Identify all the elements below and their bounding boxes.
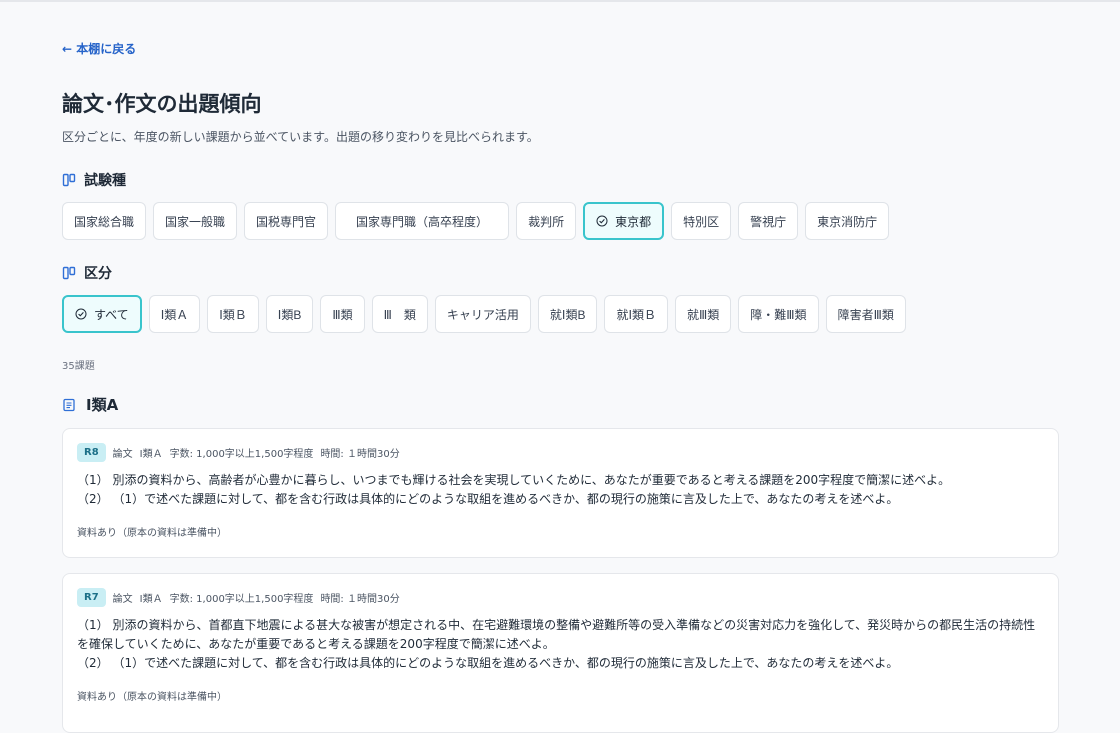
- group-heading-label: Ⅰ類A: [86, 396, 119, 414]
- essay-category: Ⅰ類Ａ: [139, 449, 163, 460]
- question-text: （2） （1）で述べた課題に対して、都を含む行政は具体的にどのような取組を進める…: [77, 656, 899, 670]
- category-chip-shu-3[interactable]: 就Ⅲ類: [675, 295, 732, 333]
- exam-type-chip-kokka-sogo[interactable]: 国家総合職: [62, 202, 147, 240]
- chip-label: キャリア活用: [446, 307, 519, 322]
- chip-label: 国家総合職: [74, 214, 135, 229]
- essay-time-limit: 時間: １時間30分: [320, 449, 400, 460]
- category-chip-shogaisha-3[interactable]: 障害者Ⅲ類: [825, 295, 906, 333]
- exam-type-chip-kokka-senmon-kosotsu[interactable]: 国家専門職（高卒程度）: [335, 202, 510, 240]
- page-description: 区分ごとに、年度の新しい課題から並べています。出題の移り変わりを見比べられます。: [62, 130, 539, 144]
- category-chip-sho-nan-3[interactable]: 障・難Ⅲ類: [738, 295, 819, 333]
- essay-char-limit: 字数: 1,000字以上1,500字程度: [169, 449, 314, 460]
- chip-label: 就Ⅲ類: [687, 307, 720, 322]
- category-chips: すべて Ⅰ類Ａ Ⅰ類Ｂ Ⅰ類B Ⅲ類 Ⅲ 類 キャリア活用 就Ⅰ類B 就Ⅰ類Ｂ …: [62, 295, 906, 333]
- category-chip-1b[interactable]: Ⅰ類B: [265, 295, 314, 333]
- exam-type-chip-saibansho[interactable]: 裁判所: [516, 202, 577, 240]
- question-text: （2） （1）で述べた課題に対して、都を含む行政は具体的にどのような取組を進める…: [77, 492, 899, 506]
- exam-type-chip-kokuzei[interactable]: 国税専門官: [244, 202, 329, 240]
- exam-type-chip-keishicho[interactable]: 警視庁: [738, 202, 799, 240]
- category-chip-3-spaced[interactable]: Ⅲ 類: [371, 295, 428, 333]
- columns-icon: [62, 173, 76, 187]
- category-heading: 区分: [62, 263, 112, 283]
- exam-type-heading-label: 試験種: [84, 173, 126, 189]
- question-text: （1） 別添の資料から、首都直下地震による甚大な被害が想定される中、在宅避難環境…: [77, 618, 1036, 651]
- category-chip-1b-fullwidth[interactable]: Ⅰ類Ｂ: [207, 295, 259, 333]
- exam-type-chip-tokubetsuku[interactable]: 特別区: [671, 202, 732, 240]
- category-heading-label: 区分: [84, 266, 112, 282]
- page-title: 論文･作文の出題傾向: [62, 92, 262, 116]
- category-chip-shu-1b[interactable]: 就Ⅰ類B: [537, 295, 598, 333]
- card-meta: R8 論文 Ⅰ類Ａ 字数: 1,000字以上1,500字程度 時間: １時間30…: [77, 443, 1044, 462]
- essay-type: 論文: [112, 449, 133, 460]
- essay-char-limit: 字数: 1,000字以上1,500字程度: [169, 594, 314, 605]
- question-list: （1） 別添の資料から、高齢者が心豊かに暮らし、いつまでも輝ける社会を実現してい…: [77, 471, 1044, 509]
- topic-count: 35課題: [62, 361, 95, 372]
- chip-label: 就Ⅰ類Ｂ: [616, 307, 656, 322]
- chip-label: 国家一般職: [165, 214, 226, 229]
- year-badge: R8: [77, 443, 106, 462]
- exam-type-heading: 試験種: [62, 170, 126, 190]
- essay-card: R8 論文 Ⅰ類Ａ 字数: 1,000字以上1,500字程度 時間: １時間30…: [62, 428, 1059, 558]
- category-chip-career[interactable]: キャリア活用: [434, 295, 531, 333]
- chip-label: 障・難Ⅲ類: [750, 307, 807, 322]
- chip-label: 障害者Ⅲ類: [837, 307, 894, 322]
- columns-icon: [62, 266, 76, 280]
- material-note: 資料あり（原本の資料は準備中）: [77, 692, 227, 703]
- material-note: 資料あり（原本の資料は準備中）: [77, 528, 227, 539]
- chip-label: 就Ⅰ類B: [549, 307, 586, 322]
- essay-type: 論文: [112, 594, 133, 605]
- exam-type-chip-tokyo-shobocho[interactable]: 東京消防庁: [805, 202, 890, 240]
- chip-label: 裁判所: [528, 214, 565, 229]
- chip-label: 国家専門職（高卒程度）: [356, 214, 489, 229]
- category-chip-shu-1b-fullwidth[interactable]: 就Ⅰ類Ｂ: [604, 295, 668, 333]
- chip-label: Ⅰ類Ｂ: [219, 307, 247, 322]
- year-badge: R7: [77, 588, 106, 607]
- chip-label: Ⅲ類: [332, 307, 353, 322]
- category-chip-all[interactable]: すべて: [62, 295, 142, 333]
- chip-label: Ⅰ類B: [277, 307, 302, 322]
- group-heading: Ⅰ類A: [62, 394, 118, 415]
- essay-time-limit: 時間: １時間30分: [320, 594, 400, 605]
- chip-label: Ⅰ類Ａ: [160, 307, 189, 322]
- card-meta: R7 論文 Ⅰ類Ａ 字数: 1,000字以上1,500字程度 時間: １時間30…: [77, 588, 1044, 607]
- chip-label: 東京消防庁: [817, 214, 878, 229]
- exam-type-chip-kokka-ippan[interactable]: 国家一般職: [153, 202, 238, 240]
- question-text: （1） 別添の資料から、高齢者が心豊かに暮らし、いつまでも輝ける社会を実現してい…: [77, 473, 951, 487]
- essay-category: Ⅰ類Ａ: [139, 594, 163, 605]
- category-chip-3[interactable]: Ⅲ類: [320, 295, 365, 333]
- document-icon: [63, 398, 75, 411]
- essay-card: R7 論文 Ⅰ類Ａ 字数: 1,000字以上1,500字程度 時間: １時間30…: [62, 573, 1059, 733]
- back-to-bookshelf-link[interactable]: ← 本棚に戻る: [62, 40, 136, 57]
- question-list: （1） 別添の資料から、首都直下地震による甚大な被害が想定される中、在宅避難環境…: [77, 616, 1044, 673]
- check-circle-icon: [596, 215, 608, 227]
- chip-label: すべて: [94, 307, 129, 322]
- chip-label: 警視庁: [750, 214, 787, 229]
- exam-type-chip-tokyo[interactable]: 東京都: [583, 202, 665, 240]
- chip-label: Ⅲ 類: [383, 307, 416, 322]
- chip-label: 国税専門官: [256, 214, 317, 229]
- check-circle-icon: [75, 308, 87, 320]
- category-chip-1a[interactable]: Ⅰ類Ａ: [148, 295, 201, 333]
- chip-label: 特別区: [683, 214, 720, 229]
- exam-type-chips: 国家総合職 国家一般職 国税専門官 国家専門職（高卒程度） 裁判所 東京都 特別…: [62, 202, 890, 240]
- chip-label: 東京都: [615, 214, 652, 229]
- top-border: [0, 0, 1120, 2]
